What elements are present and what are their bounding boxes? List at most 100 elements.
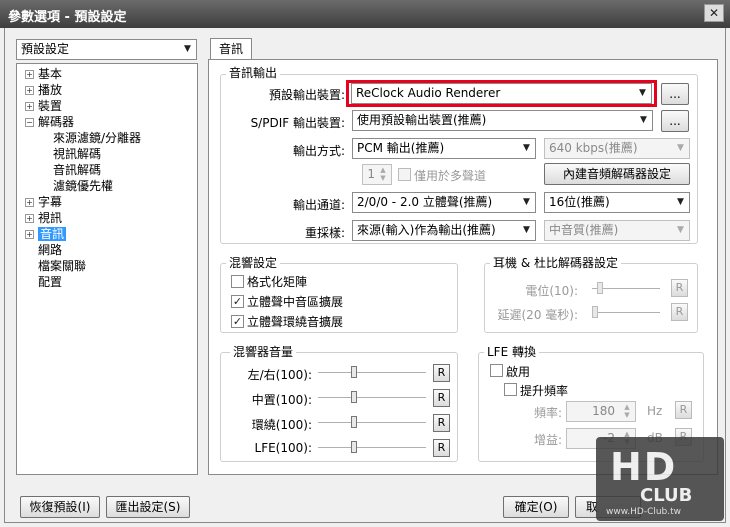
delay-reset-button[interactable]: R: [671, 303, 688, 321]
tree-item-label: 視訊解碼: [53, 147, 102, 161]
tree-item-label: 視訊: [38, 211, 63, 225]
lfe-group-label: LFE 轉換: [484, 345, 539, 359]
volume-reset-button[interactable]: R: [433, 414, 450, 432]
collapse-icon[interactable]: −: [25, 118, 34, 127]
expand-icon[interactable]: +: [25, 102, 34, 111]
expand-icon[interactable]: +: [25, 198, 34, 207]
mixer-option-checkbox[interactable]: ✓: [231, 295, 244, 308]
tree-item[interactable]: + 視訊: [25, 210, 62, 226]
tree-item[interactable]: + 基本: [25, 66, 62, 82]
volume-slider-thumb[interactable]: [351, 416, 357, 428]
title-bar: 參數選項 - 預設設定 ✕: [0, 0, 730, 28]
volume-reset-button[interactable]: R: [433, 364, 450, 382]
tree-item[interactable]: − 解碼器: [25, 114, 74, 130]
tree-item[interactable]: 濾鏡優先權: [53, 178, 113, 194]
profile-select[interactable]: 預設設定 ▼: [16, 39, 197, 60]
tab-audio[interactable]: 音訊: [210, 38, 252, 60]
freq-label: 頻率:: [533, 406, 562, 420]
resample-value: 來源(輸入)作為輸出(推薦): [357, 223, 496, 237]
volume-reset-button[interactable]: R: [433, 439, 450, 457]
spdif-browse-button[interactable]: ...: [661, 110, 689, 132]
tree-item[interactable]: + 字幕: [25, 194, 62, 210]
device-browse-button[interactable]: ...: [661, 83, 689, 105]
channel-count-spinner[interactable]: 1 ▲ ▼: [362, 164, 392, 185]
chevron-down-icon: ▼: [677, 143, 684, 153]
restore-defaults-button[interactable]: 恢復預設(I): [20, 496, 100, 518]
spdif-select[interactable]: 使用預設輸出裝置(推薦) ▼: [352, 110, 653, 131]
mixer-volume-rows: 左/右(100): R 中置(100): R 環繞(100): R LFE(100): R: [226, 362, 454, 460]
tree-item[interactable]: + 播放: [25, 82, 62, 98]
tree-item[interactable]: + 音訊: [25, 226, 67, 242]
boost-checkbox[interactable]: [504, 383, 517, 396]
tree-item[interactable]: + 裝置: [25, 98, 62, 114]
tree-list: + 基本 + 播放 + 裝置 − 解碼器 來源濾鏡/分離器 視訊解碼 音訊解碼 濾鏡優先權 + 字幕 + 視訊…: [25, 66, 195, 466]
volume-row-label: 左/右(100):: [247, 368, 312, 382]
tree-item[interactable]: 檔案關聯: [38, 258, 86, 274]
boost-label: 提升頻率: [520, 384, 569, 398]
bitrate-select[interactable]: 640 kbps(推薦) ▼: [544, 138, 690, 159]
channel-value: 2/0/0 - 2.0 立體聲(推薦): [357, 195, 493, 209]
mixer-option-label: 格式化矩陣: [247, 275, 308, 289]
settings-tree: + 基本 + 播放 + 裝置 − 解碼器 來源濾鏡/分離器 視訊解碼 音訊解碼 濾鏡優先權 + 字幕 + 視訊…: [16, 63, 198, 475]
freq-spinner[interactable]: 180 ▲ ▼: [566, 401, 636, 422]
mixer-option-checkbox[interactable]: ✓: [231, 315, 244, 328]
channel-select[interactable]: 2/0/0 - 2.0 立體聲(推薦) ▼: [352, 192, 536, 213]
default-device-value: ReClock Audio Renderer: [356, 86, 501, 100]
chevron-down-icon: ▼: [640, 115, 647, 125]
expand-icon[interactable]: +: [25, 70, 34, 79]
level-reset-button[interactable]: R: [671, 279, 688, 297]
volume-slider[interactable]: [318, 372, 426, 374]
watermark-logo-sub: CLUB: [640, 485, 693, 506]
channel-label: 輸出通道:: [292, 198, 345, 212]
tree-item-label: 網路: [38, 243, 63, 257]
audio-output-group-label: 音訊輸出: [226, 66, 281, 80]
ok-button[interactable]: 確定(O): [503, 496, 569, 518]
expand-icon[interactable]: +: [25, 86, 34, 95]
multichannel-checkbox[interactable]: [398, 168, 411, 181]
tree-item-label: 基本: [38, 67, 63, 81]
tree-item-label: 解碼器: [38, 115, 75, 129]
volume-slider[interactable]: [318, 447, 426, 449]
bitrate-value: 640 kbps(推薦): [549, 141, 638, 155]
volume-slider-thumb[interactable]: [351, 441, 357, 453]
chevron-down-icon: ▼: [677, 225, 684, 235]
resample-label: 重採樣:: [304, 226, 345, 240]
delay-slider[interactable]: [592, 312, 660, 314]
lfe-enable-checkbox[interactable]: [490, 364, 503, 377]
lfe-enable-label: 啟用: [506, 365, 531, 379]
close-button[interactable]: ✕: [704, 4, 724, 22]
tree-item[interactable]: 音訊解碼: [53, 162, 101, 178]
quality-select[interactable]: 中音質(推薦) ▼: [544, 220, 690, 241]
mixer-option-checkbox[interactable]: [231, 275, 244, 288]
volume-slider-thumb[interactable]: [351, 391, 357, 403]
tree-item-label: 配置: [38, 275, 63, 289]
tree-item[interactable]: 網路: [38, 242, 62, 258]
output-mode-select[interactable]: PCM 輸出(推薦) ▼: [352, 138, 536, 159]
profile-select-value: 預設設定: [21, 42, 70, 56]
tree-item-label: 播放: [38, 83, 63, 97]
gain-label: 增益:: [533, 433, 562, 447]
volume-reset-button[interactable]: R: [433, 389, 450, 407]
mixer-settings-label: 混響設定: [226, 256, 281, 270]
freq-reset-button[interactable]: R: [675, 401, 692, 419]
freq-unit: Hz: [647, 404, 663, 418]
level-slider-thumb[interactable]: [597, 282, 603, 294]
delay-slider-thumb[interactable]: [592, 306, 598, 318]
default-device-select[interactable]: ReClock Audio Renderer ▼: [351, 83, 652, 104]
tree-item[interactable]: 配置: [38, 274, 62, 290]
level-label: 電位(10):: [525, 284, 578, 298]
internal-decoder-button[interactable]: 內建音頻解碼器設定: [544, 163, 690, 185]
expand-icon[interactable]: +: [25, 230, 34, 239]
multichannel-label: 僅用於多聲道: [414, 169, 487, 183]
volume-slider-thumb[interactable]: [351, 366, 357, 378]
resample-select[interactable]: 來源(輸入)作為輸出(推薦) ▼: [352, 220, 536, 241]
tree-item-label: 音訊解碼: [53, 163, 102, 177]
expand-icon[interactable]: +: [25, 214, 34, 223]
bit-depth-select[interactable]: 16位(推薦) ▼: [544, 192, 690, 213]
tree-item[interactable]: 視訊解碼: [53, 146, 101, 162]
tree-item[interactable]: 來源濾鏡/分離器: [53, 130, 141, 146]
volume-slider[interactable]: [318, 397, 426, 399]
mixer-options: 格式化矩陣 ✓ 立體聲中音區擴展 ✓ 立體聲環繞音擴展: [231, 273, 451, 333]
volume-slider[interactable]: [318, 422, 426, 424]
export-settings-button[interactable]: 匯出設定(S): [106, 496, 190, 518]
